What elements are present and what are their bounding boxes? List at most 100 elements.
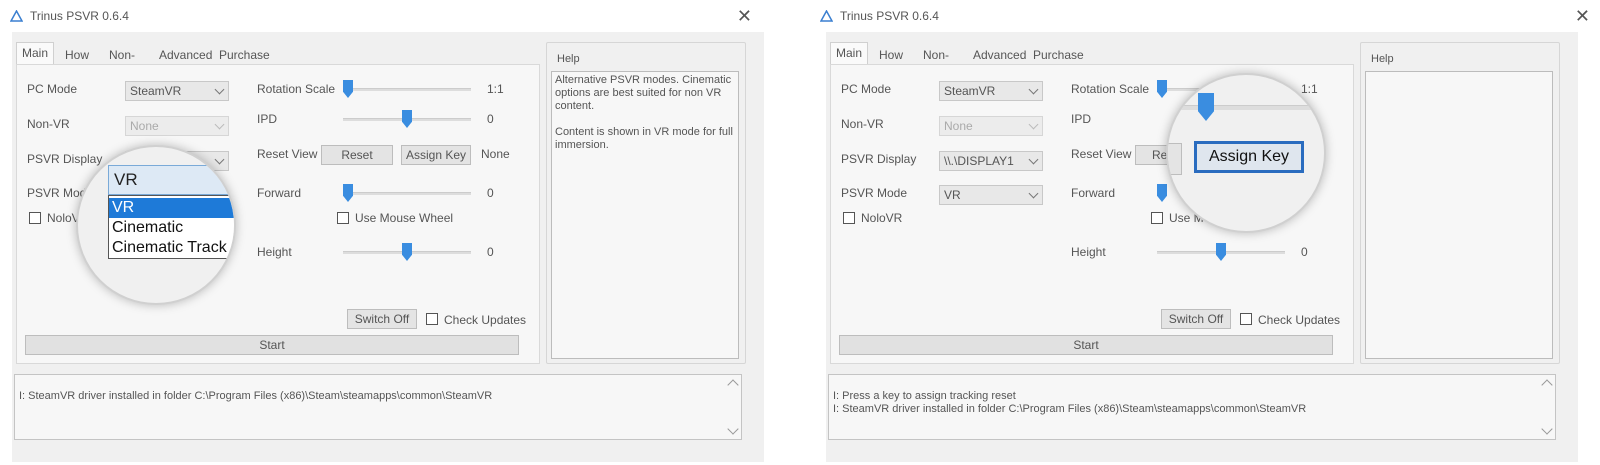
forward-track [343,192,471,195]
option-cinematic-track[interactable]: Cinematic Track [109,238,234,258]
rotation-scale-label: Rotation Scale [1071,82,1150,96]
switch-off-button[interactable]: Switch Off [347,309,417,329]
right-window: Trinus PSVR 0.6.4 ✕ Main How to Non-VR A… [810,0,1600,465]
psvr-display-label: PSVR Display [841,152,917,166]
nonvr-select: None [939,116,1043,136]
chevron-down-icon [214,119,225,130]
help-group: Help [1360,42,1560,364]
pc-mode-select[interactable]: SteamVR [125,81,229,101]
ipd-label: IPD [257,112,278,126]
start-button[interactable]: Start [839,335,1333,355]
tab-main[interactable]: Main [16,42,55,65]
rotation-scale-thumb[interactable] [343,80,353,98]
magnifier-assign-key: Assign Key [1166,73,1326,233]
option-cinematic[interactable]: Cinematic [109,218,234,238]
assign-key-button[interactable]: Assign Key [401,145,471,165]
rotation-scale-label: Rotation Scale [257,82,336,96]
tab-non-vr[interactable]: Non-VR [918,45,954,82]
check-updates-label: Check Updates [1258,313,1341,327]
mouse-wheel-label: Use Mouse Wheel [355,211,454,225]
psvr-mode-value: VR [944,188,961,202]
help-text-box [1365,71,1553,359]
tab-purchase[interactable]: Purchase [214,45,275,65]
pc-mode-value: SteamVR [944,84,996,98]
reset-button[interactable]: Reset [321,145,393,165]
close-icon[interactable]: ✕ [1575,6,1590,27]
reset-button-edge[interactable] [1168,143,1182,175]
check-updates-checkbox[interactable] [1240,313,1252,325]
nolovr-checkbox[interactable] [29,212,41,224]
scroll-down-icon[interactable] [727,423,739,435]
assign-key-button[interactable]: Assign Key [1194,141,1304,173]
pc-mode-label: PC Mode [841,82,892,96]
assign-key-value: None [481,147,510,161]
chevron-down-icon [1028,119,1039,130]
nonvr-label: Non-VR [841,117,884,131]
nolovr-label: NoloVR [861,211,903,225]
app-triangle-icon [10,10,23,22]
rotation-scale-thumb-zoom[interactable] [1198,93,1214,121]
chevron-down-icon [1028,188,1039,199]
scroll-down-icon[interactable] [1541,423,1553,435]
ipd-label: IPD [1071,112,1092,126]
nolovr-checkbox[interactable] [843,212,855,224]
pc-mode-value: SteamVR [130,84,182,98]
rotation-scale-track [343,88,471,91]
window-title: Trinus PSVR 0.6.4 [30,9,129,23]
option-vr[interactable]: VR [109,198,234,218]
ipd-value: 0 [487,112,494,126]
tab-advanced[interactable]: Advanced [968,45,1031,65]
reset-view-label: Reset View [1071,147,1132,161]
log-box[interactable]: I: SteamVR driver installed in folder C:… [14,374,742,440]
mouse-wheel-checkbox[interactable] [1151,212,1163,224]
reset-view-label: Reset View [257,147,318,161]
window-title: Trinus PSVR 0.6.4 [840,9,939,23]
scroll-up-icon[interactable] [1541,379,1553,391]
height-value: 0 [1301,245,1308,259]
forward-value: 0 [487,186,494,200]
switch-off-button[interactable]: Switch Off [1161,309,1231,329]
log-box[interactable]: I: Press a key to assign tracking reset … [828,374,1556,440]
psvr-mode-options: VR Cinematic Cinematic Track [108,195,234,259]
height-thumb[interactable] [1216,243,1226,261]
forward-thumb[interactable] [1157,184,1167,202]
tab-main[interactable]: Main [830,42,869,65]
title-bar: Trinus PSVR 0.6.4 ✕ [810,0,1600,32]
psvr-display-value: \\.\DISPLAY1 [944,154,1014,168]
nonvr-select: None [125,116,229,136]
tab-purchase[interactable]: Purchase [1028,45,1089,65]
rotation-scale-thumb[interactable] [1157,80,1167,98]
scroll-up-icon[interactable] [727,379,739,391]
forward-thumb[interactable] [343,184,353,202]
pc-mode-select[interactable]: SteamVR [939,81,1043,101]
help-label: Help [555,53,582,65]
tab-advanced[interactable]: Advanced [154,45,217,65]
tab-how-to[interactable]: How to [874,45,908,82]
chevron-down-icon [214,154,225,165]
help-group: Help Alternative PSVR modes. Cinematic o… [546,42,746,364]
left-window: Trinus PSVR 0.6.4 ✕ Main How to Non-VR A… [0,0,790,465]
chevron-down-icon [1028,154,1039,165]
close-icon[interactable]: ✕ [737,6,752,27]
psvr-display-label: PSVR Display [27,152,103,166]
height-value: 0 [487,245,494,259]
height-thumb[interactable] [402,243,412,261]
tab-non-vr[interactable]: Non-VR [104,45,140,82]
chevron-down-icon [1028,84,1039,95]
tab-how-to[interactable]: How to [60,45,94,82]
log-text: I: Press a key to assign tracking reset … [833,390,1307,415]
title-bar: Trinus PSVR 0.6.4 ✕ [0,0,790,32]
nonvr-value: None [944,119,973,133]
ipd-thumb[interactable] [402,110,412,128]
psvr-mode-select[interactable]: VR [108,165,234,195]
psvr-mode-select[interactable]: VR [939,185,1043,205]
start-button[interactable]: Start [25,335,519,355]
log-text: I: SteamVR driver installed in folder C:… [19,390,493,402]
check-updates-checkbox[interactable] [426,313,438,325]
height-label: Height [257,245,292,259]
mouse-wheel-checkbox[interactable] [337,212,349,224]
psvr-display-select[interactable]: \\.\DISPLAY1 [939,151,1043,171]
pc-mode-label: PC Mode [27,82,78,96]
nonvr-label: Non-VR [27,117,70,131]
help-text-box: Alternative PSVR modes. Cinematic option… [551,71,739,359]
